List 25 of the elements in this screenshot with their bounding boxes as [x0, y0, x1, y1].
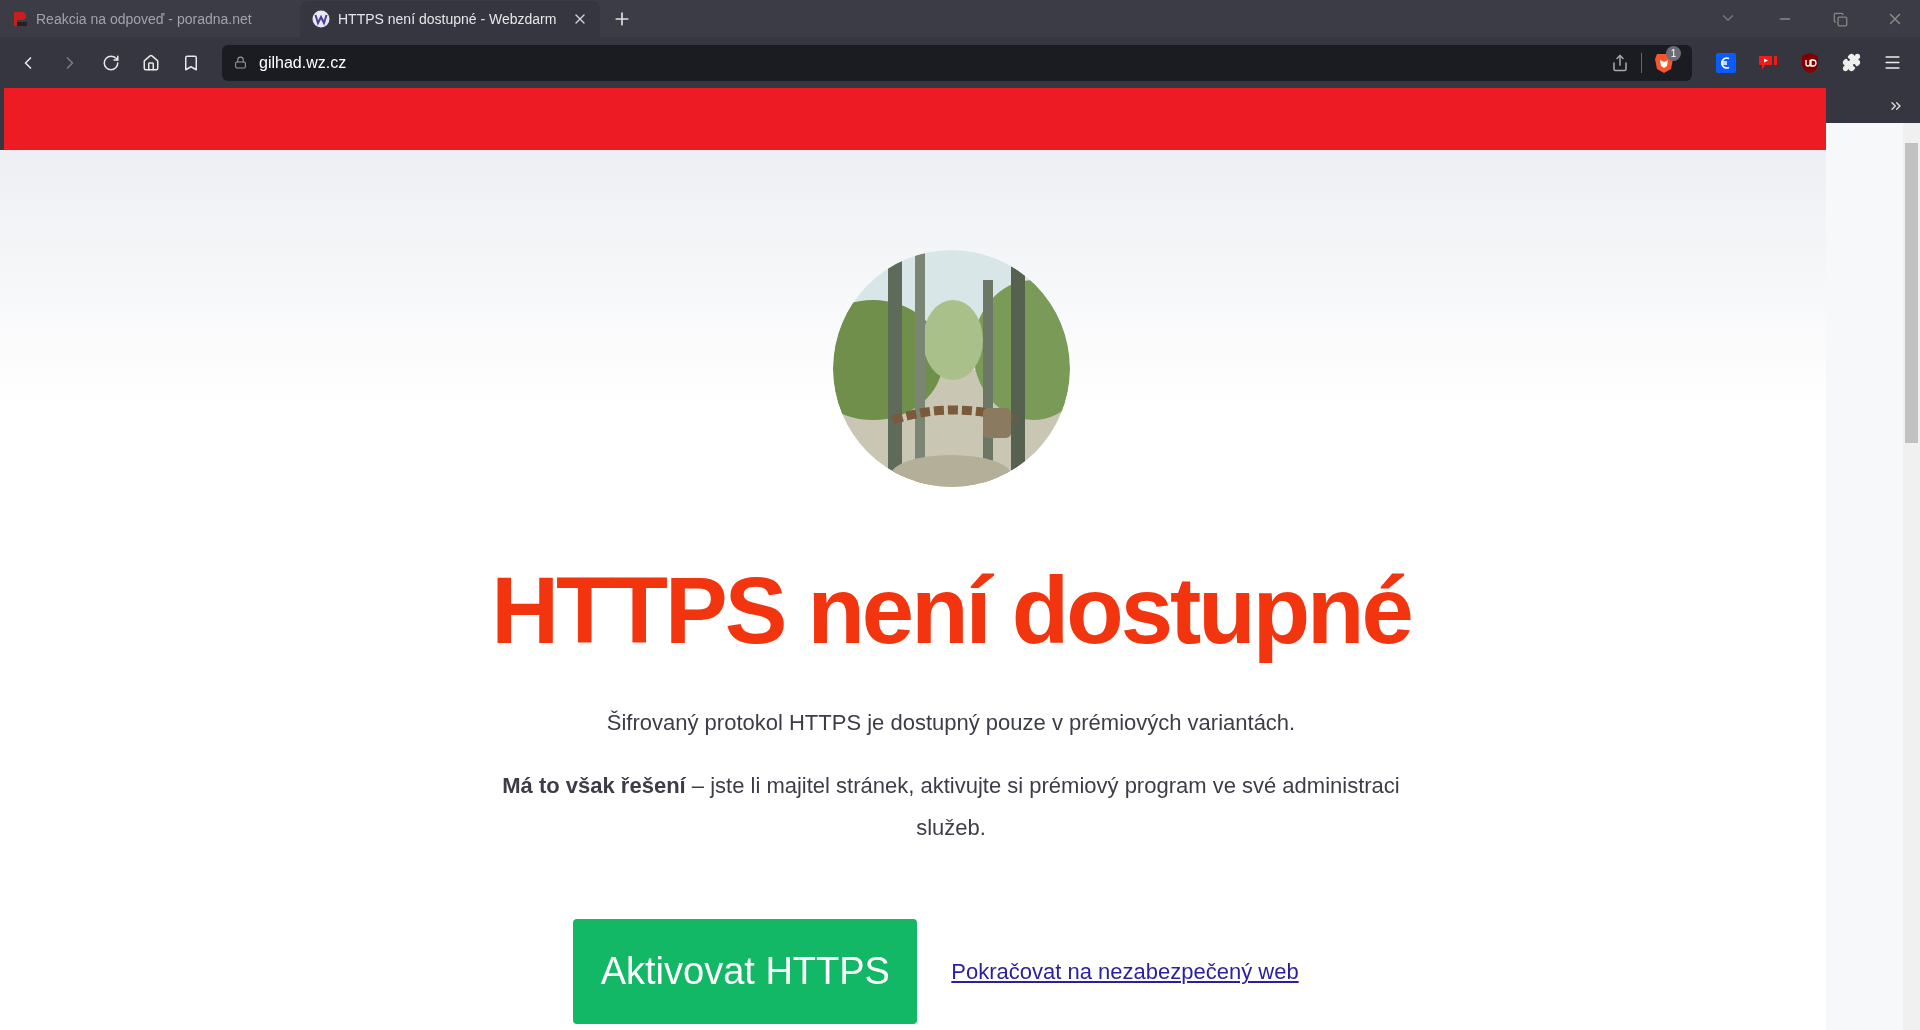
- url-text: gilhad.wz.cz: [259, 52, 348, 73]
- lock-icon: [234, 56, 247, 69]
- shield-icon[interactable]: [1800, 51, 1820, 74]
- site-logo-icon: [12, 11, 28, 27]
- euro-icon[interactable]: [1716, 52, 1736, 73]
- address-bar[interactable]: gilhad.wz.cz 1: [222, 44, 1692, 81]
- count-badge: 1: [1666, 45, 1681, 61]
- scrollbar[interactable]: [1903, 123, 1920, 1030]
- puzzle-icon[interactable]: [1842, 53, 1861, 72]
- menu-icon[interactable]: [1883, 53, 1902, 72]
- shield-button[interactable]: 1: [1654, 49, 1680, 76]
- browser-tab[interactable]: Reakcia na odpoveď - poradna.net: [0, 1, 300, 37]
- tab-title: Reakcia na odpoveď - poradna.net: [36, 9, 253, 29]
- browser-tab[interactable]: HTTPS není dostupné - Webzdarm: [300, 1, 600, 37]
- solution-text: Má to však řešení – jste li majitel stránek, aktivujte si prémiový program ve své administraci služeb.: [501, 772, 1401, 843]
- intro-text: Šifrovaný protokol HTTPS je dostupný pouze v prémiových variantách.: [606, 709, 1296, 738]
- site-logo-icon: [312, 10, 330, 28]
- tab-title: HTTPS není dostupné - Webzdarm: [338, 9, 558, 29]
- insecure-link[interactable]: Pokračovat na nezabezpečený web: [951, 955, 1299, 989]
- bookmark-icon[interactable]: [182, 53, 200, 72]
- page-heading: HTTPS není dostupné: [491, 559, 1411, 663]
- share-icon[interactable]: [1611, 53, 1629, 72]
- reload-icon[interactable]: [102, 53, 120, 72]
- home-icon[interactable]: [142, 53, 160, 72]
- restore-icon[interactable]: [1833, 12, 1848, 27]
